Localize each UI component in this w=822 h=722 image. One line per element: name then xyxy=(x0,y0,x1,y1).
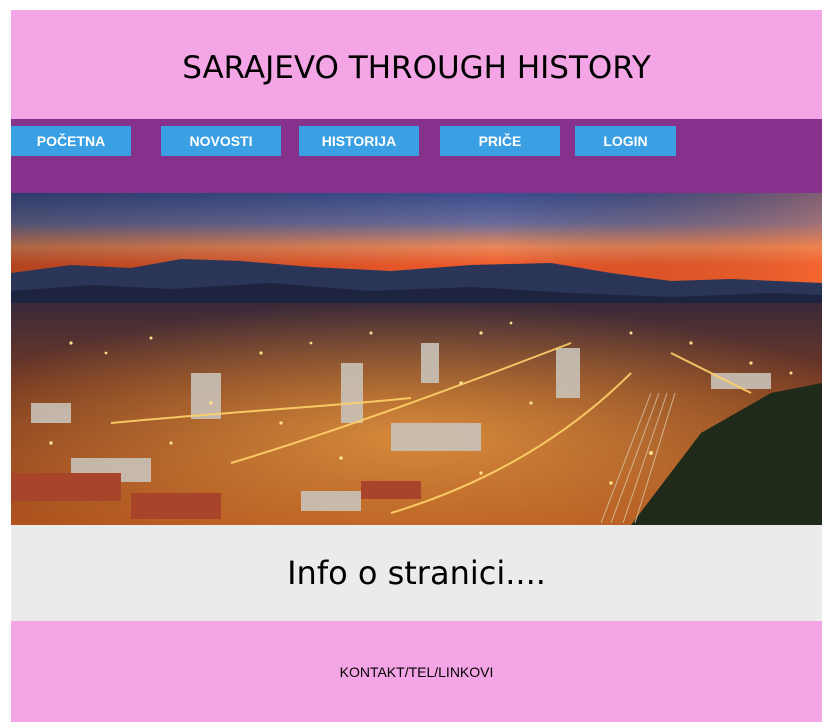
info-heading: Info o stranici.... xyxy=(287,554,546,592)
hero-cityscape-image xyxy=(11,193,822,525)
footer-contact-text: KONTAKT/TEL/LINKOVI xyxy=(339,663,494,680)
nav-price-button[interactable]: PRIČE xyxy=(440,126,560,156)
site-footer: KONTAKT/TEL/LINKOVI xyxy=(11,621,822,722)
nav-novosti-button[interactable]: NOVOSTI xyxy=(161,126,281,156)
nav-login-button[interactable]: LOGIN xyxy=(575,126,676,156)
site-header: SARAJEVO THROUGH HISTORY xyxy=(11,10,822,119)
nav-pocetna-button[interactable]: POČETNA xyxy=(11,126,131,156)
main-nav: POČETNA NOVOSTI HISTORIJA PRIČE LOGIN xyxy=(11,119,822,193)
info-section: Info o stranici.... xyxy=(11,525,822,621)
page: SARAJEVO THROUGH HISTORY POČETNA NOVOSTI… xyxy=(11,10,822,722)
nav-historija-button[interactable]: HISTORIJA xyxy=(299,126,419,156)
site-title: SARAJEVO THROUGH HISTORY xyxy=(182,49,651,86)
